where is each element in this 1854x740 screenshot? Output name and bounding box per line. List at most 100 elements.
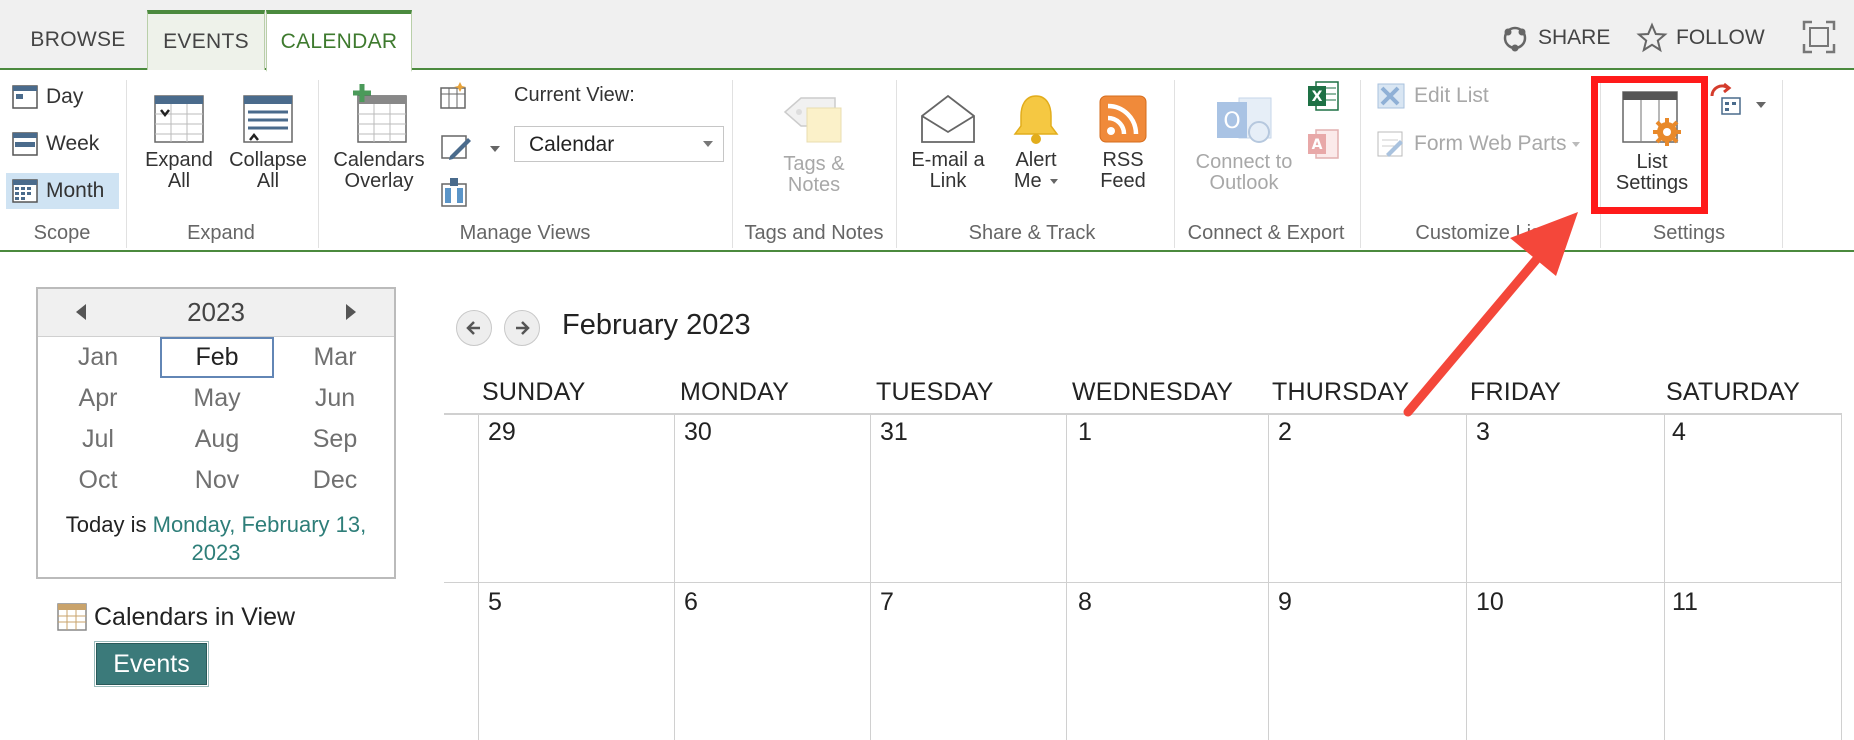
month-nov[interactable]: Nov: [158, 460, 276, 501]
month-mar[interactable]: Mar: [276, 337, 394, 378]
email-link-label-2: Link: [929, 170, 967, 192]
month-oct[interactable]: Oct: [38, 460, 158, 501]
workflow-settings-icon[interactable]: [1708, 82, 1742, 116]
month-aug[interactable]: Aug: [158, 419, 276, 460]
scope-day-label: Day: [46, 85, 84, 108]
svg-text:O: O: [1223, 109, 1240, 134]
group-divider: [1782, 80, 1783, 248]
month-view-icon: [12, 179, 38, 203]
annotation-highlight-box: [1591, 76, 1708, 214]
workflow-settings-dropdown-arrow[interactable]: [1756, 102, 1766, 108]
alert-me-label-1: Alert: [1015, 149, 1057, 171]
previous-month-button[interactable]: [456, 310, 492, 346]
scope-week-button[interactable]: Week: [6, 126, 105, 162]
create-view-icon[interactable]: [438, 82, 468, 110]
day-cell-number[interactable]: 2: [1278, 418, 1292, 447]
connect-to-outlook-button[interactable]: O Connect to Outlook: [1180, 92, 1308, 194]
day-cell-number[interactable]: 11: [1672, 588, 1698, 617]
alert-dropdown-arrow: [1050, 179, 1059, 185]
day-column-divider: [1664, 413, 1665, 740]
day-cell-number[interactable]: 31: [880, 418, 908, 447]
today-date-link-year[interactable]: 2023: [192, 540, 241, 565]
access-icon[interactable]: A: [1306, 128, 1340, 160]
month-apr[interactable]: Apr: [38, 378, 158, 419]
tags-notes-button[interactable]: Tags & Notes: [744, 94, 884, 196]
month-dec[interactable]: Dec: [276, 460, 394, 501]
month-feb[interactable]: Feb: [160, 337, 274, 378]
day-cell-number[interactable]: 4: [1672, 418, 1686, 447]
day-cell-number[interactable]: 29: [488, 418, 516, 447]
day-cell-number[interactable]: 1: [1078, 418, 1092, 447]
current-view-value: Calendar: [529, 133, 615, 156]
calendars-in-view-title: Calendars in View: [94, 602, 296, 631]
follow-button[interactable]: FOLLOW: [1636, 22, 1765, 54]
modify-view-icon[interactable]: [440, 132, 472, 162]
rss-feed-label-1: RSS: [1102, 149, 1144, 171]
focus-on-content-icon[interactable]: [1802, 20, 1836, 54]
calendars-in-view: Calendars in View: [56, 602, 295, 632]
modify-view-dropdown-arrow[interactable]: [490, 146, 500, 152]
scope-month-button[interactable]: Month: [6, 173, 119, 209]
day-cell-number[interactable]: 10: [1476, 588, 1504, 617]
day-cell-number[interactable]: 8: [1078, 588, 1092, 617]
calendars-overlay-icon: [353, 84, 407, 143]
month-may[interactable]: May: [158, 378, 276, 419]
day-cell-number[interactable]: 6: [684, 588, 698, 617]
tab-events[interactable]: EVENTS: [147, 10, 265, 70]
view-columns-icon[interactable]: [440, 178, 468, 208]
day-view-icon: [12, 85, 38, 109]
email-icon: [921, 94, 975, 143]
rss-feed-button[interactable]: RSS Feed: [1086, 92, 1160, 192]
current-view-select[interactable]: Calendar: [514, 126, 724, 162]
month-sep[interactable]: Sep: [276, 419, 394, 460]
calendars-overlay-label-1: Calendars: [333, 149, 425, 171]
day-column-divider: [1268, 413, 1269, 740]
alert-me-label-2: Me: [1013, 170, 1042, 192]
rss-feed-label-2: Feed: [1100, 170, 1146, 192]
day-column-divider: [1466, 413, 1467, 740]
next-year-icon[interactable]: [346, 304, 356, 320]
collapse-all-button[interactable]: Collapse All: [226, 92, 310, 192]
email-link-button[interactable]: E-mail a Link: [902, 92, 994, 192]
excel-icon[interactable]: X: [1306, 80, 1340, 112]
tags-notes-label-2: Notes: [787, 174, 841, 196]
calendars-overlay-button[interactable]: Calendars Overlay: [328, 82, 430, 192]
alert-me-button[interactable]: Alert Me: [1002, 92, 1070, 192]
day-cell-number[interactable]: 9: [1278, 588, 1292, 617]
day-column-divider: [1841, 413, 1842, 740]
calendar-month-title: February 2023: [562, 309, 751, 341]
edit-list-icon: [1377, 83, 1405, 109]
day-cell-number[interactable]: 3: [1476, 418, 1490, 447]
day-header-wednesday: WEDNESDAY: [1072, 378, 1234, 406]
form-web-parts-button[interactable]: Form Web Parts: [1370, 126, 1586, 162]
tab-browse[interactable]: BROWSE: [14, 10, 142, 70]
events-calendar-pill[interactable]: Events: [94, 641, 209, 687]
expand-all-button[interactable]: Expand All: [138, 92, 220, 192]
tab-calendar[interactable]: CALENDAR: [266, 10, 412, 72]
date-picker: 2023 Jan Feb Mar Apr May Jun Jul Aug Sep Oct Nov De…: [36, 287, 396, 579]
day-cell-number[interactable]: 30: [684, 418, 712, 447]
today-date-link[interactable]: Monday, February 13,: [153, 512, 367, 537]
form-web-parts-icon: [1377, 131, 1403, 157]
share-button[interactable]: SHARE: [1500, 22, 1610, 54]
collapse-all-label-1: Collapse: [229, 149, 307, 171]
scope-day-button[interactable]: Day: [6, 79, 89, 115]
month-jan[interactable]: Jan: [38, 337, 158, 378]
day-column-divider: [1066, 413, 1067, 740]
chevron-down-icon: [703, 141, 713, 147]
group-divider: [1174, 80, 1175, 248]
email-link-label-1: E-mail a: [911, 149, 985, 171]
day-cell-number[interactable]: 7: [880, 588, 894, 617]
month-jul[interactable]: Jul: [38, 419, 158, 460]
day-cell-number[interactable]: 5: [488, 588, 502, 617]
group-label-settings: Settings: [1652, 222, 1726, 244]
scope-month-label: Month: [46, 179, 105, 202]
group-divider: [896, 80, 897, 248]
calendars-overlay-label-2: Overlay: [344, 170, 414, 192]
connect-outlook-label-1: Connect to: [1195, 151, 1293, 173]
next-month-button[interactable]: [504, 310, 540, 346]
edit-list-button[interactable]: Edit List: [1370, 78, 1495, 114]
group-divider: [1360, 80, 1361, 248]
month-jun[interactable]: Jun: [276, 378, 394, 419]
connect-outlook-label-2: Outlook: [1209, 172, 1279, 194]
